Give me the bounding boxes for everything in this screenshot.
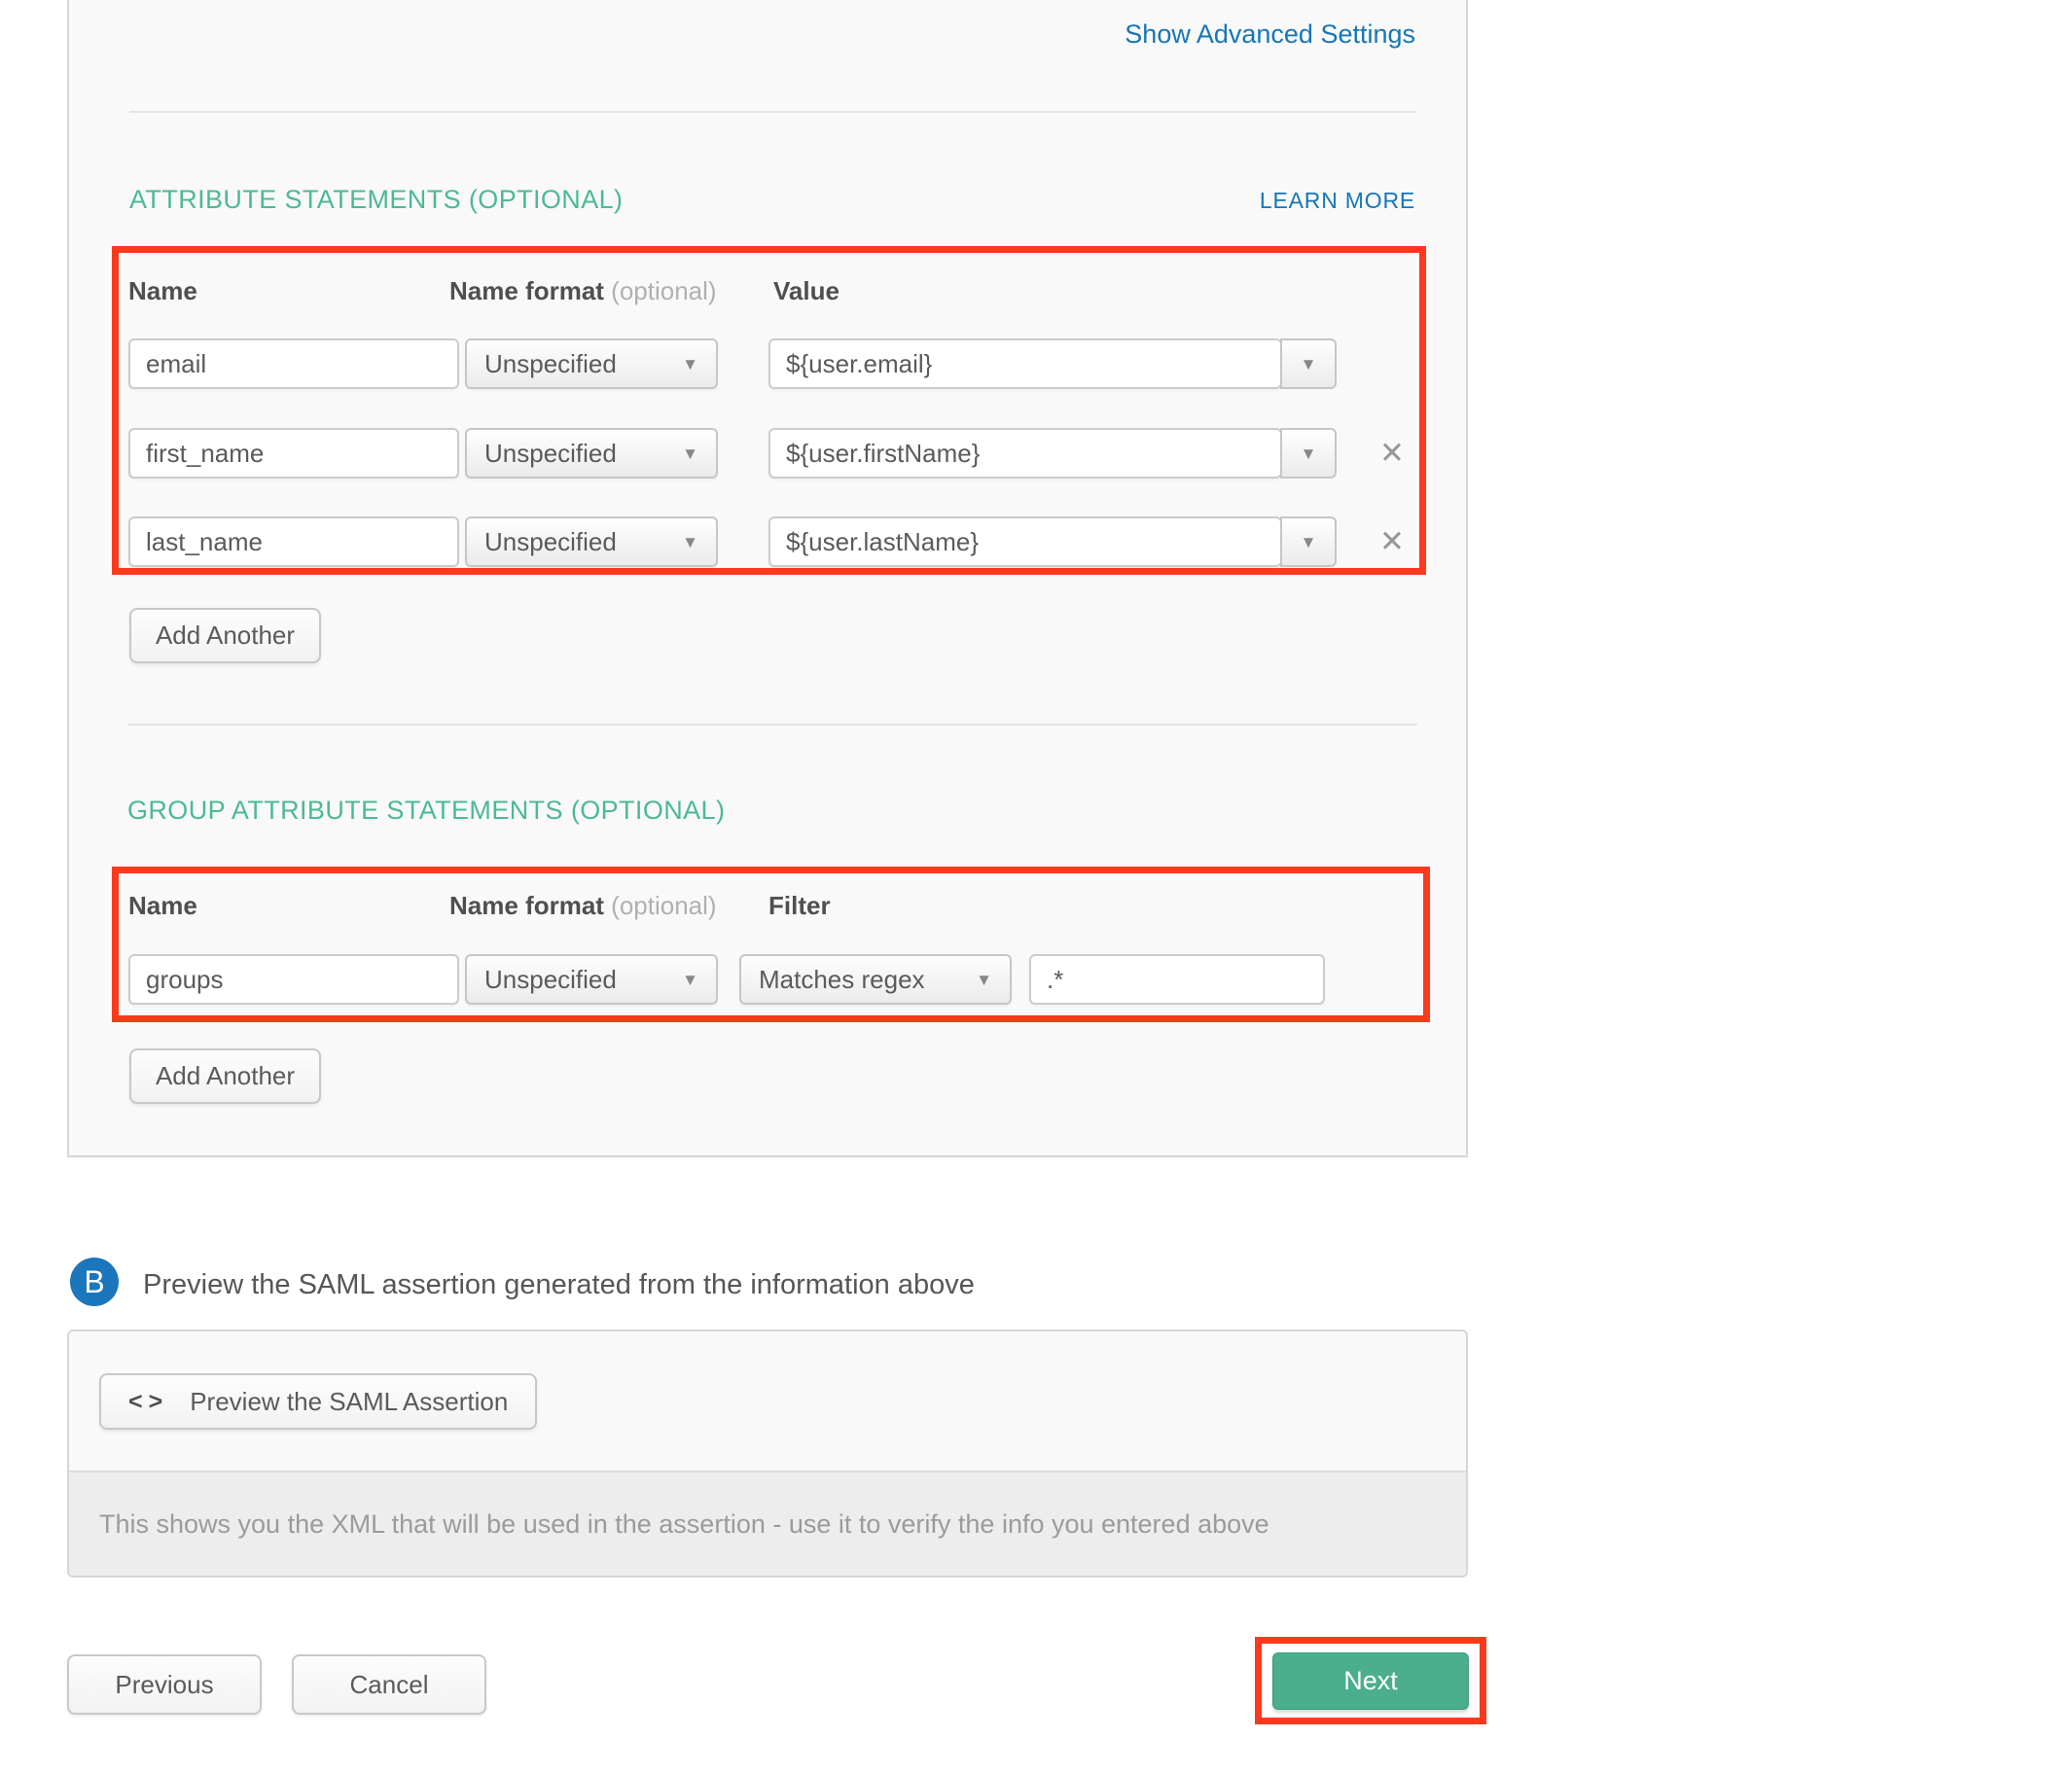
attribute-value-input[interactable] bbox=[768, 428, 1282, 479]
column-header-optional-note: (optional) bbox=[611, 891, 716, 920]
attribute-value-group: ▼ bbox=[768, 428, 1337, 479]
column-header-name-format-label: Name format bbox=[449, 276, 604, 305]
annotation-box-group-attribute-statements: Name Name format (optional) Filter Unspe… bbox=[112, 867, 1430, 1022]
attribute-value-dropdown-button[interactable]: ▼ bbox=[1280, 516, 1337, 567]
attribute-value-dropdown-button[interactable]: ▼ bbox=[1280, 428, 1337, 479]
attribute-value-input[interactable] bbox=[768, 516, 1282, 567]
attribute-statements-header: ATTRIBUTE STATEMENTS (OPTIONAL) LEARN MO… bbox=[129, 185, 1415, 215]
step-b-badge: B bbox=[70, 1258, 119, 1306]
attribute-name-format-select[interactable]: Unspecified ▼ bbox=[465, 338, 718, 389]
attribute-row: Unspecified ▼ ▼ ✕ bbox=[119, 516, 1419, 567]
column-header-name: Name bbox=[128, 891, 197, 921]
attribute-statements-title: ATTRIBUTE STATEMENTS (OPTIONAL) bbox=[129, 185, 623, 215]
group-attribute-statements-header: GROUP ATTRIBUTE STATEMENTS (OPTIONAL) bbox=[127, 796, 2021, 826]
preview-saml-assertion-button[interactable]: <> Preview the SAML Assertion bbox=[99, 1373, 537, 1430]
group-attribute-table-head: Name Name format (optional) Filter bbox=[119, 891, 1423, 930]
chevron-down-icon: ▼ bbox=[682, 356, 698, 373]
column-header-name-format: Name format (optional) bbox=[449, 276, 717, 306]
annotation-box-next-button: Next bbox=[1255, 1637, 1486, 1724]
attribute-name-input[interactable] bbox=[128, 338, 459, 389]
chevron-down-icon: ▼ bbox=[682, 972, 698, 988]
add-another-attribute-button[interactable]: Add Another bbox=[129, 608, 321, 663]
group-name-format-select[interactable]: Unspecified ▼ bbox=[465, 954, 718, 1005]
group-name-input[interactable] bbox=[128, 954, 459, 1005]
next-button[interactable]: Next bbox=[1272, 1652, 1469, 1710]
annotation-box-attribute-statements: Name Name format (optional) Value Unspec… bbox=[112, 246, 1426, 575]
chevron-down-icon: ▼ bbox=[682, 445, 698, 462]
attribute-table-head: Name Name format (optional) Value bbox=[119, 276, 1419, 315]
preview-saml-assertion-label: Preview the SAML Assertion bbox=[190, 1387, 508, 1417]
group-filter-value-input[interactable] bbox=[1029, 954, 1325, 1005]
attribute-value-group: ▼ bbox=[768, 338, 1337, 389]
cancel-button[interactable]: Cancel bbox=[292, 1654, 486, 1715]
preview-assertion-panel: <> Preview the SAML Assertion This shows… bbox=[67, 1330, 1468, 1578]
chevron-down-icon: ▼ bbox=[976, 972, 992, 988]
attribute-value-dropdown-button[interactable]: ▼ bbox=[1280, 338, 1337, 389]
show-advanced-settings-link[interactable]: Show Advanced Settings bbox=[1125, 19, 1415, 50]
chevron-down-icon: ▼ bbox=[1301, 534, 1317, 550]
column-header-name: Name bbox=[128, 276, 197, 306]
remove-row-icon[interactable]: ✕ bbox=[1371, 520, 1413, 563]
attribute-value-input[interactable] bbox=[768, 338, 1282, 389]
preview-note-strip: This shows you the XML that will be used… bbox=[69, 1471, 1466, 1576]
attribute-name-format-select[interactable]: Unspecified ▼ bbox=[465, 428, 718, 479]
attribute-row: Unspecified ▼ ▼ bbox=[119, 338, 1419, 389]
divider bbox=[129, 111, 1415, 113]
group-attribute-statements-title: GROUP ATTRIBUTE STATEMENTS (OPTIONAL) bbox=[127, 796, 725, 826]
attribute-name-format-select[interactable]: Unspecified ▼ bbox=[465, 516, 718, 567]
remove-row-icon[interactable]: ✕ bbox=[1371, 432, 1413, 475]
column-header-name-format: Name format (optional) bbox=[449, 891, 717, 921]
attribute-name-input[interactable] bbox=[128, 516, 459, 567]
group-filter-type-select[interactable]: Matches regex ▼ bbox=[739, 954, 1012, 1005]
column-header-value: Value bbox=[773, 276, 840, 306]
chevron-down-icon: ▼ bbox=[1301, 356, 1317, 373]
column-header-name-format-label: Name format bbox=[449, 891, 604, 920]
previous-button[interactable]: Previous bbox=[67, 1654, 262, 1715]
attribute-name-input[interactable] bbox=[128, 428, 459, 479]
attribute-name-format-value: Unspecified bbox=[484, 349, 617, 379]
learn-more-link[interactable]: LEARN MORE bbox=[1260, 188, 1415, 214]
attribute-name-format-value: Unspecified bbox=[484, 439, 617, 469]
group-attribute-row: Unspecified ▼ Matches regex ▼ bbox=[119, 954, 1423, 1005]
add-another-group-attribute-button[interactable]: Add Another bbox=[129, 1048, 321, 1104]
divider bbox=[127, 724, 1417, 726]
column-header-filter: Filter bbox=[768, 891, 831, 921]
code-icon: <> bbox=[128, 1388, 168, 1416]
preview-note-text: This shows you the XML that will be used… bbox=[99, 1509, 1269, 1540]
preview-section-heading: Preview the SAML assertion generated fro… bbox=[143, 1269, 975, 1301]
attribute-row: Unspecified ▼ ▼ ✕ bbox=[119, 428, 1419, 479]
chevron-down-icon: ▼ bbox=[1301, 445, 1317, 462]
attribute-name-format-value: Unspecified bbox=[484, 527, 617, 557]
group-name-format-value: Unspecified bbox=[484, 965, 617, 995]
attribute-value-group: ▼ bbox=[768, 516, 1337, 567]
chevron-down-icon: ▼ bbox=[682, 534, 698, 550]
column-header-optional-note: (optional) bbox=[611, 276, 716, 305]
group-filter-type-value: Matches regex bbox=[759, 965, 925, 995]
